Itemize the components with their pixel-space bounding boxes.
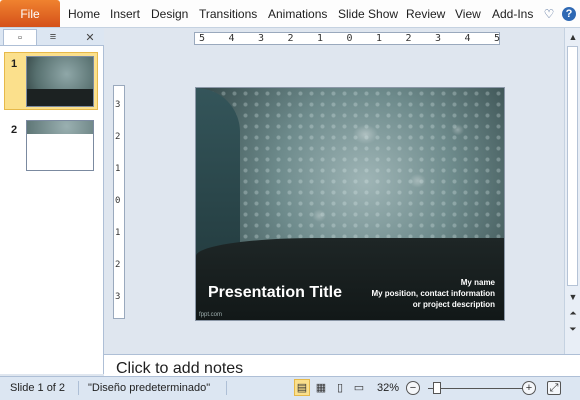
zoom-slider-handle[interactable] xyxy=(432,382,441,394)
tab-animations[interactable]: Animations xyxy=(268,0,327,27)
slide-thumbnail-image xyxy=(26,56,94,107)
ruler-tick-label: 4 xyxy=(228,33,235,44)
slide-thumbnail-1[interactable]: 1 xyxy=(0,52,104,112)
tab-design[interactable]: Design xyxy=(151,0,188,27)
zoom-level[interactable]: 32% xyxy=(377,377,399,399)
ruler-tick-label: 0 xyxy=(346,33,353,44)
slide-canvas[interactable]: Presentation Title My name My position, … xyxy=(195,87,505,321)
tab-insert[interactable]: Insert xyxy=(110,0,140,27)
help-icon: ? xyxy=(562,6,576,21)
theme-name[interactable]: "Diseño predeterminado" xyxy=(88,377,210,399)
ribbon-tab-bar: File Home Insert Design Transitions Anim… xyxy=(0,0,580,28)
ruler-tick-label: 3 xyxy=(115,100,121,110)
ruler-tick-label: 2 xyxy=(405,33,412,44)
tab-transitions[interactable]: Transitions xyxy=(199,0,257,27)
previous-slide-icon[interactable]: ⏶ xyxy=(565,306,580,320)
outline-tab-icon: ≡ xyxy=(49,31,57,43)
close-panel-button[interactable]: ✕ xyxy=(82,29,98,45)
ruler-tick-label: 1 xyxy=(115,164,121,174)
slide-sorter-button[interactable]: ▦ xyxy=(313,379,329,396)
brand-text: fppt.com xyxy=(199,312,223,318)
scroll-up-icon[interactable]: ▲ xyxy=(565,30,580,44)
info-line: My name xyxy=(460,278,495,287)
tab-review[interactable]: Review xyxy=(406,0,445,27)
slide-thumbnail-image xyxy=(26,120,94,171)
zoom-slider-track[interactable] xyxy=(428,388,524,389)
scroll-down-icon[interactable]: ▼ xyxy=(565,290,580,304)
ruler-tick-label: 2 xyxy=(287,33,294,44)
ruler-tick-label: 5 xyxy=(199,33,206,44)
tab-slide-show[interactable]: Slide Show xyxy=(338,0,398,27)
slide-number: 1 xyxy=(11,58,18,70)
status-bar: Slide 1 of 2 "Diseño predeterminado" ▤ ▦… xyxy=(0,376,580,400)
divider xyxy=(78,381,79,395)
slide-thumbnail-2[interactable]: 2 xyxy=(0,118,104,174)
notes-placeholder: Click to add notes xyxy=(116,360,244,376)
tab-home[interactable]: Home xyxy=(68,0,100,27)
ruler-tick-label: 2 xyxy=(115,132,121,142)
help-button[interactable]: ? xyxy=(561,0,577,27)
divider xyxy=(226,381,227,395)
ruler-tick-label: 2 xyxy=(115,260,121,270)
reading-view-icon: ▯ xyxy=(336,382,344,394)
horizontal-ruler: 5 4 3 2 1 0 1 2 3 4 5 xyxy=(194,32,500,45)
ruler-tick-label: 3 xyxy=(115,292,121,302)
zoom-out-icon[interactable]: − xyxy=(406,381,420,395)
info-line: or project description xyxy=(412,300,495,309)
ruler-tick-label: 3 xyxy=(435,33,442,44)
fit-to-window-icon[interactable]: ⤢ xyxy=(547,381,561,395)
tab-view[interactable]: View xyxy=(455,0,481,27)
slide-sorter-icon: ▦ xyxy=(315,382,327,394)
slide-title[interactable]: Presentation Title xyxy=(208,284,342,302)
ruler-tick-label: 0 xyxy=(115,196,121,206)
ruler-tick-label: 1 xyxy=(317,33,324,44)
close-icon: ✕ xyxy=(85,31,95,44)
ruler-tick-label: 1 xyxy=(115,228,121,238)
slide-editing-area: 5 4 3 2 1 0 1 2 3 4 5 3 2 1 0 1 2 3 Presentation Title M… xyxy=(104,28,580,354)
info-line: My position, contact information xyxy=(371,289,495,298)
reading-view-button[interactable]: ▯ xyxy=(332,379,348,396)
ruler-tick-label: 1 xyxy=(376,33,383,44)
heart-icon[interactable]: ♡ xyxy=(542,0,556,27)
file-tab[interactable]: File xyxy=(0,0,60,27)
ruler-tick-label: 4 xyxy=(464,33,471,44)
slideshow-icon: ▭ xyxy=(353,382,365,394)
ruler-tick-label: 5 xyxy=(494,33,501,44)
slide-number: 2 xyxy=(11,124,18,136)
slide-counter: Slide 1 of 2 xyxy=(10,382,66,394)
tab-add-ins[interactable]: Add-Ins xyxy=(492,0,533,27)
slideshow-button[interactable]: ▭ xyxy=(351,379,367,396)
slides-panel: ▫ ≡ ✕ 1 2 xyxy=(0,28,104,374)
vertical-scrollbar[interactable]: ▲ ▼ ⏶ ⏷ xyxy=(564,28,580,354)
vertical-ruler: 3 2 1 0 1 2 3 xyxy=(113,85,125,319)
next-slide-icon[interactable]: ⏷ xyxy=(565,322,580,336)
slides-tab[interactable]: ▫ xyxy=(3,29,37,45)
ruler-tick-label: 3 xyxy=(258,33,265,44)
notes-pane[interactable]: Click to add notes xyxy=(104,354,580,376)
slides-tab-icon: ▫ xyxy=(18,31,22,44)
slide-subtitle[interactable]: My name My position, contact information… xyxy=(371,277,495,310)
normal-view-button[interactable]: ▤ xyxy=(294,379,310,396)
outline-tab[interactable]: ≡ xyxy=(40,29,66,45)
zoom-in-icon[interactable]: + xyxy=(522,381,536,395)
scroll-thumb[interactable] xyxy=(567,46,578,286)
panel-tabs: ▫ ≡ ✕ xyxy=(0,28,104,46)
normal-view-icon: ▤ xyxy=(296,382,308,394)
